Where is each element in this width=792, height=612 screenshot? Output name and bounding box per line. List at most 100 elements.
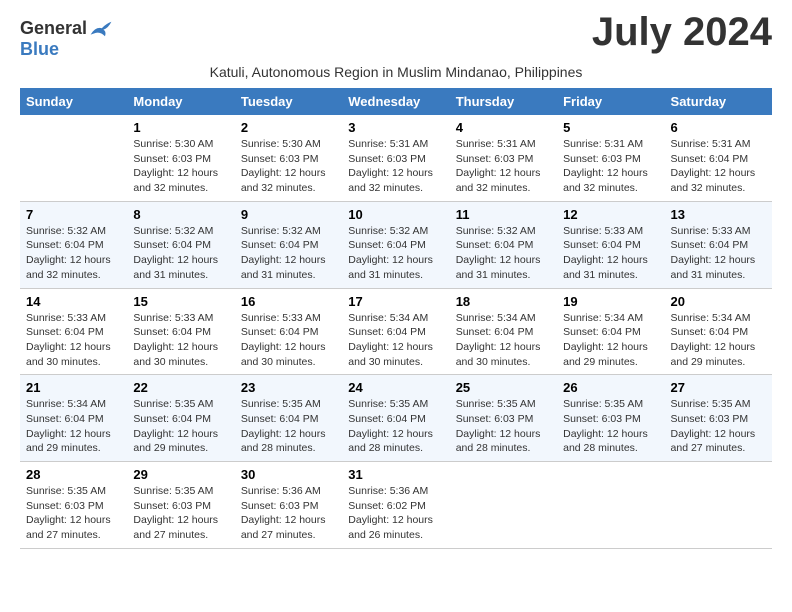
- calendar-cell: 1 Sunrise: 5:30 AMSunset: 6:03 PMDaylight…: [127, 115, 234, 201]
- calendar-cell: 28 Sunrise: 5:35 AMSunset: 6:03 PMDayligh…: [20, 462, 127, 549]
- calendar-cell: 2Sunrise: 5:30 AMSunset: 6:03 PMDaylight…: [235, 115, 342, 201]
- day-number: 24: [348, 380, 443, 395]
- day-number: 30: [241, 467, 336, 482]
- header-wednesday: Wednesday: [342, 88, 449, 115]
- page-header: General Blue July 2024: [20, 10, 772, 60]
- logo-bird-icon: [89, 20, 113, 38]
- cell-details: Sunrise: 5:31 AMSunset: 6:03 PMDaylight:…: [456, 137, 551, 196]
- cell-details: Sunrise: 5:35 AMSunset: 6:03 PMDaylight:…: [671, 397, 766, 456]
- day-number: 16: [241, 294, 336, 309]
- calendar-cell: 10 Sunrise: 5:32 AMSunset: 6:04 PMDayligh…: [342, 201, 449, 288]
- day-number: 29: [133, 467, 228, 482]
- cell-details: Sunrise: 5:35 AMSunset: 6:04 PMDaylight:…: [133, 397, 228, 456]
- day-number: 5: [563, 120, 658, 135]
- calendar-cell: 25Sunrise: 5:35 AMSunset: 6:03 PMDayligh…: [450, 375, 557, 462]
- calendar-cell: [450, 462, 557, 549]
- calendar-cell: 14 Sunrise: 5:33 AMSunset: 6:04 PMDayligh…: [20, 288, 127, 375]
- cell-details: Sunrise: 5:32 AMSunset: 6:04 PMDaylight:…: [26, 224, 121, 283]
- cell-details: Sunrise: 5:34 AMSunset: 6:04 PMDaylight:…: [671, 311, 766, 370]
- header-sunday: Sunday: [20, 88, 127, 115]
- week-row-1: 1 Sunrise: 5:30 AMSunset: 6:03 PMDaylight…: [20, 115, 772, 201]
- calendar-cell: 3 Sunrise: 5:31 AMSunset: 6:03 PMDaylight…: [342, 115, 449, 201]
- cell-details: Sunrise: 5:31 AMSunset: 6:03 PMDaylight:…: [348, 137, 443, 196]
- day-number: 26: [563, 380, 658, 395]
- day-number: 17: [348, 294, 443, 309]
- calendar-cell: 12Sunrise: 5:33 AMSunset: 6:04 PMDayligh…: [557, 201, 664, 288]
- calendar-cell: 30Sunrise: 5:36 AMSunset: 6:03 PMDayligh…: [235, 462, 342, 549]
- cell-details: Sunrise: 5:30 AMSunset: 6:03 PMDaylight:…: [133, 137, 228, 196]
- day-number: 20: [671, 294, 766, 309]
- logo: General Blue: [20, 18, 113, 60]
- day-number: 28: [26, 467, 121, 482]
- day-number: 9: [241, 207, 336, 222]
- cell-details: Sunrise: 5:31 AMSunset: 6:04 PMDaylight:…: [671, 137, 766, 196]
- logo-blue-text: Blue: [20, 39, 59, 60]
- calendar-cell: 17 Sunrise: 5:34 AMSunset: 6:04 PMDayligh…: [342, 288, 449, 375]
- day-number: 10: [348, 207, 443, 222]
- cell-details: Sunrise: 5:35 AMSunset: 6:04 PMDaylight:…: [348, 397, 443, 456]
- day-number: 23: [241, 380, 336, 395]
- cell-details: Sunrise: 5:34 AMSunset: 6:04 PMDaylight:…: [563, 311, 658, 370]
- calendar-cell: 4 Sunrise: 5:31 AMSunset: 6:03 PMDaylight…: [450, 115, 557, 201]
- day-number: 11: [456, 207, 551, 222]
- calendar-cell: 22Sunrise: 5:35 AMSunset: 6:04 PMDayligh…: [127, 375, 234, 462]
- cell-details: Sunrise: 5:34 AMSunset: 6:04 PMDaylight:…: [456, 311, 551, 370]
- calendar-cell: 8 Sunrise: 5:32 AMSunset: 6:04 PMDaylight…: [127, 201, 234, 288]
- calendar-cell: 13 Sunrise: 5:33 AMSunset: 6:04 PMDayligh…: [665, 201, 772, 288]
- header-thursday: Thursday: [450, 88, 557, 115]
- header-tuesday: Tuesday: [235, 88, 342, 115]
- day-number: 2: [241, 120, 336, 135]
- header-monday: Monday: [127, 88, 234, 115]
- calendar-cell: 31 Sunrise: 5:36 AMSunset: 6:02 PMDayligh…: [342, 462, 449, 549]
- cell-details: Sunrise: 5:35 AMSunset: 6:03 PMDaylight:…: [133, 484, 228, 543]
- day-number: 14: [26, 294, 121, 309]
- day-number: 19: [563, 294, 658, 309]
- cell-details: Sunrise: 5:32 AMSunset: 6:04 PMDaylight:…: [456, 224, 551, 283]
- cell-details: Sunrise: 5:35 AMSunset: 6:03 PMDaylight:…: [563, 397, 658, 456]
- calendar-cell: 5Sunrise: 5:31 AMSunset: 6:03 PMDaylight…: [557, 115, 664, 201]
- calendar-cell: 21 Sunrise: 5:34 AMSunset: 6:04 PMDayligh…: [20, 375, 127, 462]
- day-number: 4: [456, 120, 551, 135]
- day-number: 8: [133, 207, 228, 222]
- header-saturday: Saturday: [665, 88, 772, 115]
- calendar-cell: 23 Sunrise: 5:35 AMSunset: 6:04 PMDayligh…: [235, 375, 342, 462]
- day-number: 25: [456, 380, 551, 395]
- calendar-cell: 19 Sunrise: 5:34 AMSunset: 6:04 PMDayligh…: [557, 288, 664, 375]
- cell-details: Sunrise: 5:33 AMSunset: 6:04 PMDaylight:…: [26, 311, 121, 370]
- cell-details: Sunrise: 5:33 AMSunset: 6:04 PMDaylight:…: [563, 224, 658, 283]
- day-number: 7: [26, 207, 121, 222]
- cell-details: Sunrise: 5:32 AMSunset: 6:04 PMDaylight:…: [133, 224, 228, 283]
- cell-details: Sunrise: 5:34 AMSunset: 6:04 PMDaylight:…: [348, 311, 443, 370]
- week-row-2: 7 Sunrise: 5:32 AMSunset: 6:04 PMDaylight…: [20, 201, 772, 288]
- calendar-cell: 15 Sunrise: 5:33 AMSunset: 6:04 PMDayligh…: [127, 288, 234, 375]
- logo-general-text: General: [20, 18, 87, 39]
- day-number: 13: [671, 207, 766, 222]
- day-number: 15: [133, 294, 228, 309]
- day-number: 6: [671, 120, 766, 135]
- calendar-cell: 7 Sunrise: 5:32 AMSunset: 6:04 PMDaylight…: [20, 201, 127, 288]
- calendar-cell: 11 Sunrise: 5:32 AMSunset: 6:04 PMDayligh…: [450, 201, 557, 288]
- cell-details: Sunrise: 5:33 AMSunset: 6:04 PMDaylight:…: [671, 224, 766, 283]
- cell-details: Sunrise: 5:32 AMSunset: 6:04 PMDaylight:…: [348, 224, 443, 283]
- week-row-4: 21 Sunrise: 5:34 AMSunset: 6:04 PMDayligh…: [20, 375, 772, 462]
- calendar-cell: 29 Sunrise: 5:35 AMSunset: 6:03 PMDayligh…: [127, 462, 234, 549]
- day-number: 21: [26, 380, 121, 395]
- header-friday: Friday: [557, 88, 664, 115]
- calendar-cell: 9Sunrise: 5:32 AMSunset: 6:04 PMDaylight…: [235, 201, 342, 288]
- cell-details: Sunrise: 5:35 AMSunset: 6:04 PMDaylight:…: [241, 397, 336, 456]
- day-number: 31: [348, 467, 443, 482]
- cell-details: Sunrise: 5:36 AMSunset: 6:02 PMDaylight:…: [348, 484, 443, 543]
- calendar-subtitle: Katuli, Autonomous Region in Muslim Mind…: [20, 64, 772, 80]
- calendar-table: SundayMondayTuesdayWednesdayThursdayFrid…: [20, 88, 772, 549]
- cell-details: Sunrise: 5:33 AMSunset: 6:04 PMDaylight:…: [241, 311, 336, 370]
- calendar-cell: [20, 115, 127, 201]
- cell-details: Sunrise: 5:33 AMSunset: 6:04 PMDaylight:…: [133, 311, 228, 370]
- day-number: 3: [348, 120, 443, 135]
- day-number: 27: [671, 380, 766, 395]
- day-number: 1: [133, 120, 228, 135]
- day-number: 18: [456, 294, 551, 309]
- calendar-cell: [665, 462, 772, 549]
- month-title: July 2024: [592, 10, 772, 55]
- cell-details: Sunrise: 5:35 AMSunset: 6:03 PMDaylight:…: [26, 484, 121, 543]
- cell-details: Sunrise: 5:34 AMSunset: 6:04 PMDaylight:…: [26, 397, 121, 456]
